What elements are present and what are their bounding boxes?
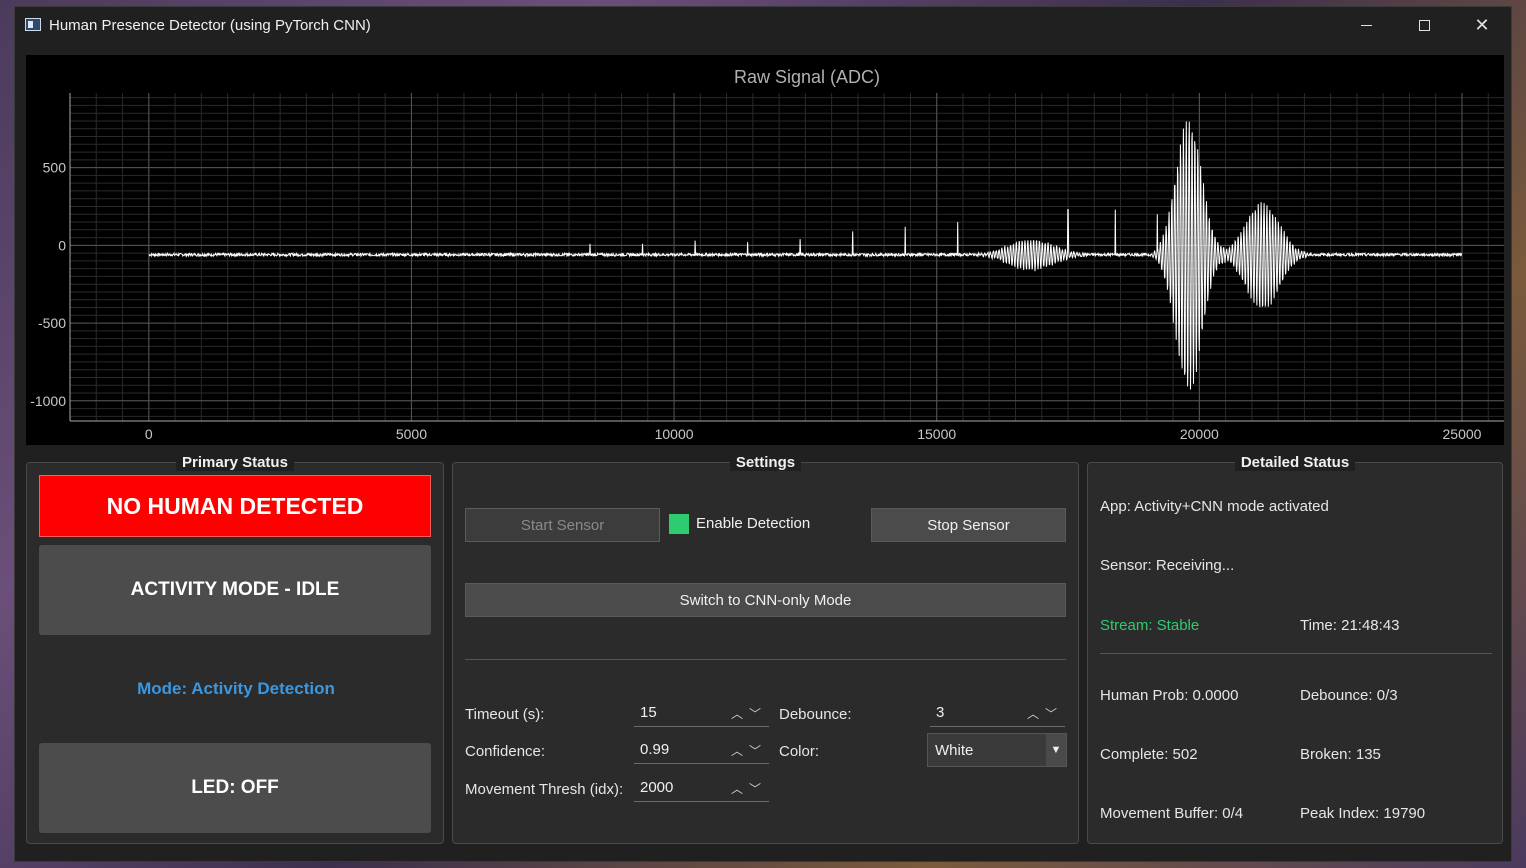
signal-chart-svg: Raw Signal (ADC)0 5000 10000 15000 20000 2500…: [30, 67, 1504, 442]
detailed-divider: [1100, 653, 1492, 654]
window-title: Human Presence Detector (using PyTorch C…: [49, 17, 371, 34]
primary-status-group: Primary Status NO HUMAN DETECTED ACTIVIT…: [26, 454, 444, 844]
app-window: Human Presence Detector (using PyTorch C…: [14, 6, 1512, 862]
movement-thresh-label: Movement Thresh (idx):: [465, 781, 624, 798]
color-select[interactable]: White ▼: [927, 733, 1067, 767]
stream-status-text: Stream: Stable: [1100, 617, 1200, 634]
title-bar[interactable]: Human Presence Detector (using PyTorch C…: [15, 7, 1511, 43]
movement-buffer-text: Movement Buffer: 0/4: [1100, 805, 1244, 822]
x-tick-label: 5000: [396, 426, 427, 442]
enable-detection-checkbox[interactable]: [669, 514, 689, 534]
maximize-icon: [1418, 19, 1430, 31]
confidence-spinbox[interactable]: 0.99 ︿﹀: [634, 738, 769, 764]
x-tick-label: 15000: [917, 426, 956, 442]
timeout-spinbox[interactable]: 15 ︿﹀: [634, 701, 769, 727]
debounce-label: Debounce:: [779, 706, 852, 723]
app-status-text: App: Activity+CNN mode activated: [1100, 498, 1329, 515]
confidence-label: Confidence:: [465, 743, 546, 760]
timeout-value: 15: [640, 704, 657, 721]
color-value: White: [935, 742, 974, 759]
switch-mode-button[interactable]: Switch to CNN-only Mode: [465, 583, 1066, 617]
peak-index-text: Peak Index: 19790: [1300, 805, 1426, 822]
led-status-label: LED: OFF: [39, 743, 431, 833]
debounce-value: 3: [936, 704, 945, 721]
minimize-icon: [1360, 24, 1372, 26]
settings-divider: [465, 659, 1066, 660]
x-tick-label: 10000: [655, 426, 694, 442]
minimize-button[interactable]: [1337, 7, 1395, 43]
stop-sensor-button[interactable]: Stop Sensor: [871, 508, 1066, 542]
close-button[interactable]: ✕: [1453, 7, 1511, 43]
time-text: Time: 21:48:43: [1300, 617, 1400, 634]
close-icon: ✕: [1474, 14, 1490, 35]
raw-signal-plot[interactable]: Raw Signal (ADC) 0 5000 10000 15000 20000 2500…: [26, 55, 1504, 445]
y-tick-label: -500: [38, 315, 66, 331]
start-sensor-button[interactable]: Start Sensor: [465, 508, 660, 542]
movement-thresh-spinbox[interactable]: 2000 ︿﹀: [634, 776, 769, 802]
detailed-status-group: Detailed Status App: Activity+CNN mode a…: [1087, 454, 1503, 844]
spin-arrows-icon[interactable]: ︿﹀: [1027, 705, 1063, 722]
x-tick-label: 25000: [1443, 426, 1482, 442]
primary-status-title: Primary Status: [176, 454, 294, 471]
broken-count-text: Broken: 135: [1300, 746, 1381, 763]
maximize-button[interactable]: [1395, 7, 1453, 43]
chevron-down-icon[interactable]: ▼: [1046, 734, 1066, 766]
x-tick-label: 20000: [1180, 426, 1219, 442]
confidence-value: 0.99: [640, 741, 670, 758]
spin-arrows-icon[interactable]: ︿﹀: [731, 705, 767, 722]
y-tick-label: -1000: [30, 393, 66, 409]
settings-group: Settings Start Sensor Enable Detection S…: [452, 454, 1079, 844]
spin-arrows-icon[interactable]: ︿﹀: [731, 742, 767, 759]
mode-label: Mode: Activity Detection: [137, 679, 335, 698]
activity-mode-label: ACTIVITY MODE - IDLE: [39, 545, 431, 635]
human-prob-text: Human Prob: 0.0000: [1100, 687, 1239, 704]
sensor-status-text: Sensor: Receiving...: [1100, 557, 1235, 574]
complete-count-text: Complete: 502: [1100, 746, 1198, 763]
color-label: Color:: [779, 743, 820, 760]
enable-detection-label[interactable]: Enable Detection: [696, 515, 810, 532]
app-window-icon: [25, 18, 41, 31]
debounce-spinbox[interactable]: 3 ︿﹀: [930, 701, 1065, 727]
detection-status-label: NO HUMAN DETECTED: [39, 475, 431, 537]
detailed-status-title: Detailed Status: [1234, 454, 1356, 471]
debounce-count-text: Debounce: 0/3: [1300, 687, 1398, 704]
y-tick-label: 0: [58, 237, 66, 253]
settings-title: Settings: [729, 454, 802, 471]
y-tick-label: 500: [43, 160, 67, 176]
x-tick-label: 0: [145, 426, 153, 442]
spin-arrows-icon[interactable]: ︿﹀: [731, 780, 767, 797]
movement-thresh-value: 2000: [640, 779, 674, 796]
timeout-label: Timeout (s):: [465, 706, 545, 723]
chart-title: Raw Signal (ADC): [734, 67, 880, 87]
